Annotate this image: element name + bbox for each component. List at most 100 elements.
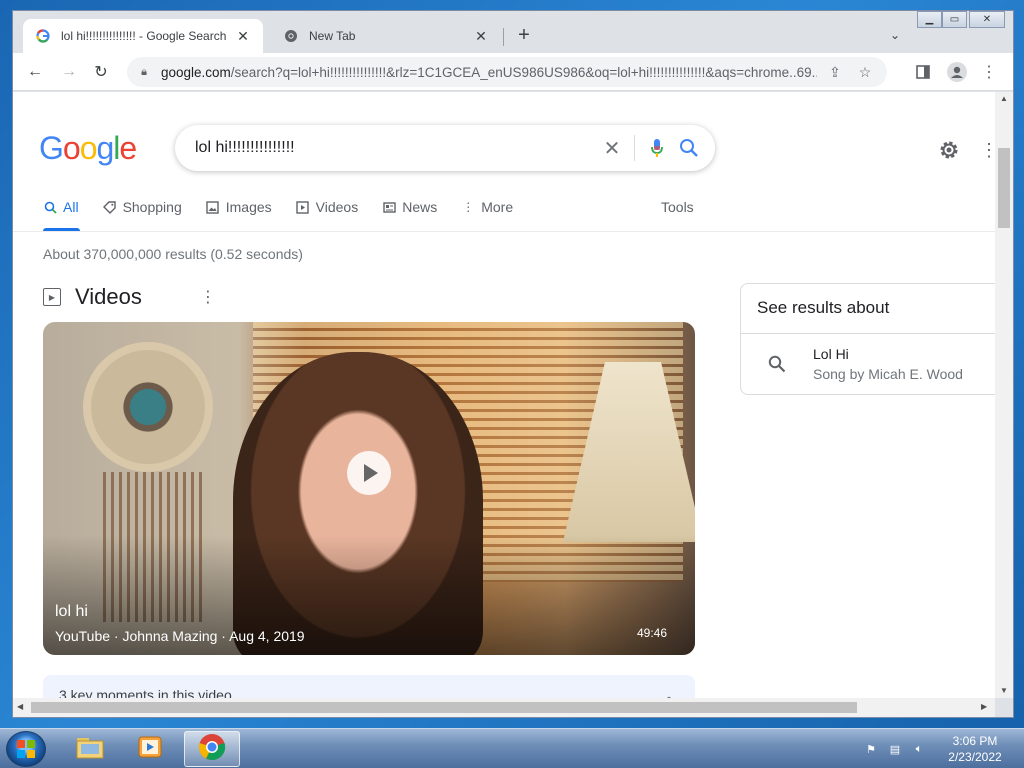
key-moments-expander[interactable]: 3 key moments in this video ︿ <box>43 675 695 698</box>
tag-icon <box>103 200 117 214</box>
google-icon <box>35 28 51 44</box>
video-section-icon: ▶ <box>43 288 61 306</box>
play-icon <box>296 200 310 214</box>
browser-toolbar: ← → ↻ 🔒︎ google.com/search?q=lol+hi!!!!!… <box>13 53 1013 91</box>
side-panel-icon[interactable] <box>911 60 935 84</box>
action-center-flag-icon[interactable]: ⚑ <box>862 740 880 758</box>
panel-item-subtitle: Song by Micah E. Wood <box>813 366 963 382</box>
scrollbar-thumb[interactable] <box>31 702 857 713</box>
scrollbar-thumb[interactable] <box>998 148 1010 228</box>
minimize-button[interactable]: ▁ <box>917 11 942 29</box>
clock-time: 3:06 PM <box>952 734 998 748</box>
scroll-right-arrow-icon[interactable]: ▶ <box>981 702 991 712</box>
back-button[interactable]: ← <box>23 60 47 84</box>
search-box[interactable]: lol hi!!!!!!!!!!!!!!! ✕ <box>175 125 715 171</box>
tab-label: Images <box>225 199 272 215</box>
media-player-icon <box>137 734 163 765</box>
settings-gear-icon[interactable] <box>935 136 963 164</box>
taskbar-media-player[interactable] <box>122 731 178 767</box>
play-icon <box>364 464 378 482</box>
close-window-button[interactable]: ✕ <box>969 11 1005 29</box>
url-text[interactable]: google.com/search?q=lol+hi!!!!!!!!!!!!!!… <box>161 65 817 80</box>
tab-label: News <box>402 199 438 215</box>
share-icon[interactable]: ⇪ <box>823 60 847 84</box>
nav-divider <box>13 231 995 232</box>
logo-letter: o <box>79 130 98 166</box>
tab-google-search[interactable]: lol hi!!!!!!!!!!!!!!! - Google Search ✕ <box>23 19 263 53</box>
panel-heading: See results about <box>741 284 995 334</box>
result-stats: About 370,000,000 results (0.52 seconds) <box>43 246 303 262</box>
tab-label: Shopping <box>122 199 182 215</box>
search-icon[interactable] <box>673 132 705 164</box>
taskbar-chrome[interactable] <box>184 731 240 767</box>
logo-letter: e <box>119 130 137 166</box>
new-tab-button[interactable]: + <box>513 24 535 46</box>
video-meta: YouTube · Johnna Mazing · Aug 4, 2019 <box>55 628 305 644</box>
close-tab-icon[interactable]: ✕ <box>235 28 251 44</box>
clear-icon[interactable]: ✕ <box>596 132 628 164</box>
start-button[interactable] <box>6 731 46 767</box>
newspaper-icon <box>382 200 396 214</box>
vertical-scrollbar[interactable]: ▲ ▼ <box>995 92 1013 698</box>
tools-button[interactable]: Tools <box>661 192 694 222</box>
tab-all[interactable]: All <box>43 192 79 222</box>
chrome-icon <box>198 733 226 766</box>
google-apps-menu-icon[interactable]: ⋮ <box>980 136 995 164</box>
image-icon <box>206 200 220 214</box>
chevron-up-icon: ︿ <box>662 688 675 699</box>
tab-search-chevron-icon[interactable]: ⌄ <box>885 25 905 45</box>
scroll-left-arrow-icon[interactable]: ◀ <box>17 702 27 712</box>
microphone-icon[interactable] <box>641 132 673 164</box>
close-tab-icon[interactable]: ✕ <box>473 28 489 44</box>
clock-date: 2/23/2022 <box>948 750 1002 764</box>
taskbar-file-explorer[interactable] <box>62 731 118 767</box>
folder-icon <box>75 734 105 765</box>
search-input[interactable]: lol hi!!!!!!!!!!!!!!! <box>195 139 596 157</box>
tab-label: Videos <box>315 199 359 215</box>
forward-button[interactable]: → <box>57 60 81 84</box>
lock-icon: 🔒︎ <box>141 65 147 78</box>
volume-icon[interactable]: 🔈︎ <box>910 740 928 758</box>
browser-menu-icon[interactable]: ⋮ <box>977 60 1001 84</box>
video-duration: 49:46 <box>636 626 667 640</box>
network-icon[interactable]: ▤ <box>886 740 904 758</box>
video-result-card[interactable]: lol hi YouTube · Johnna Mazing · Aug 4, … <box>43 322 695 655</box>
profile-avatar-icon[interactable] <box>945 60 969 84</box>
tab-separator <box>503 28 504 46</box>
taskbar-clock[interactable]: 3:06 PM 2/23/2022 <box>938 733 1012 765</box>
maximize-button[interactable]: ▭ <box>942 11 967 29</box>
url-path: /search?q=lol+hi!!!!!!!!!!!!!!!&rlz=1C1G… <box>230 64 817 80</box>
panel-result-item[interactable]: Lol Hi Song by Micah E. Wood <box>741 334 995 394</box>
windows-logo-icon <box>17 740 35 758</box>
browser-window: lol hi!!!!!!!!!!!!!!! - Google Search ✕ … <box>12 10 1014 718</box>
tab-new-tab[interactable]: New Tab ✕ <box>271 19 501 53</box>
videos-heading: Videos <box>75 284 142 309</box>
dots-vertical-icon: ⋮ <box>462 200 475 214</box>
video-title[interactable]: lol hi <box>55 603 88 621</box>
scroll-down-arrow-icon[interactable]: ▼ <box>999 686 1009 696</box>
search-results-page: Google lol hi!!!!!!!!!!!!!!! ✕ ⋮ All Sho… <box>13 92 995 698</box>
logo-letter: g <box>96 130 114 166</box>
chrome-icon <box>283 28 299 44</box>
address-bar[interactable]: 🔒︎ google.com/search?q=lol+hi!!!!!!!!!!!… <box>127 57 887 87</box>
tab-title: lol hi!!!!!!!!!!!!!!! - Google Search <box>61 29 227 43</box>
bookmark-star-icon[interactable]: ☆ <box>853 60 877 84</box>
videos-section-header: ▶ Videos ⋮ <box>43 284 216 310</box>
tab-more[interactable]: ⋮ More <box>461 192 513 222</box>
tab-videos[interactable]: Videos <box>296 192 359 222</box>
scroll-up-arrow-icon[interactable]: ▲ <box>999 94 1009 104</box>
tab-label: More <box>481 199 514 215</box>
reload-button[interactable]: ↻ <box>89 60 113 84</box>
tab-title: New Tab <box>309 29 356 43</box>
tab-label: All <box>63 199 79 215</box>
logo-letter: o <box>62 130 81 166</box>
tab-news[interactable]: News <box>382 192 437 222</box>
horizontal-scrollbar[interactable]: ◀ ▶ <box>13 698 995 717</box>
system-tray: ⚑ ▤ 🔈︎ <box>862 737 928 761</box>
play-button[interactable] <box>347 451 391 495</box>
tab-shopping[interactable]: Shopping <box>103 192 182 222</box>
tab-strip: lol hi!!!!!!!!!!!!!!! - Google Search ✕ … <box>13 11 1013 53</box>
tab-images[interactable]: Images <box>206 192 272 222</box>
google-logo[interactable]: Google <box>39 130 137 167</box>
section-options-icon[interactable]: ⋮ <box>200 287 216 307</box>
